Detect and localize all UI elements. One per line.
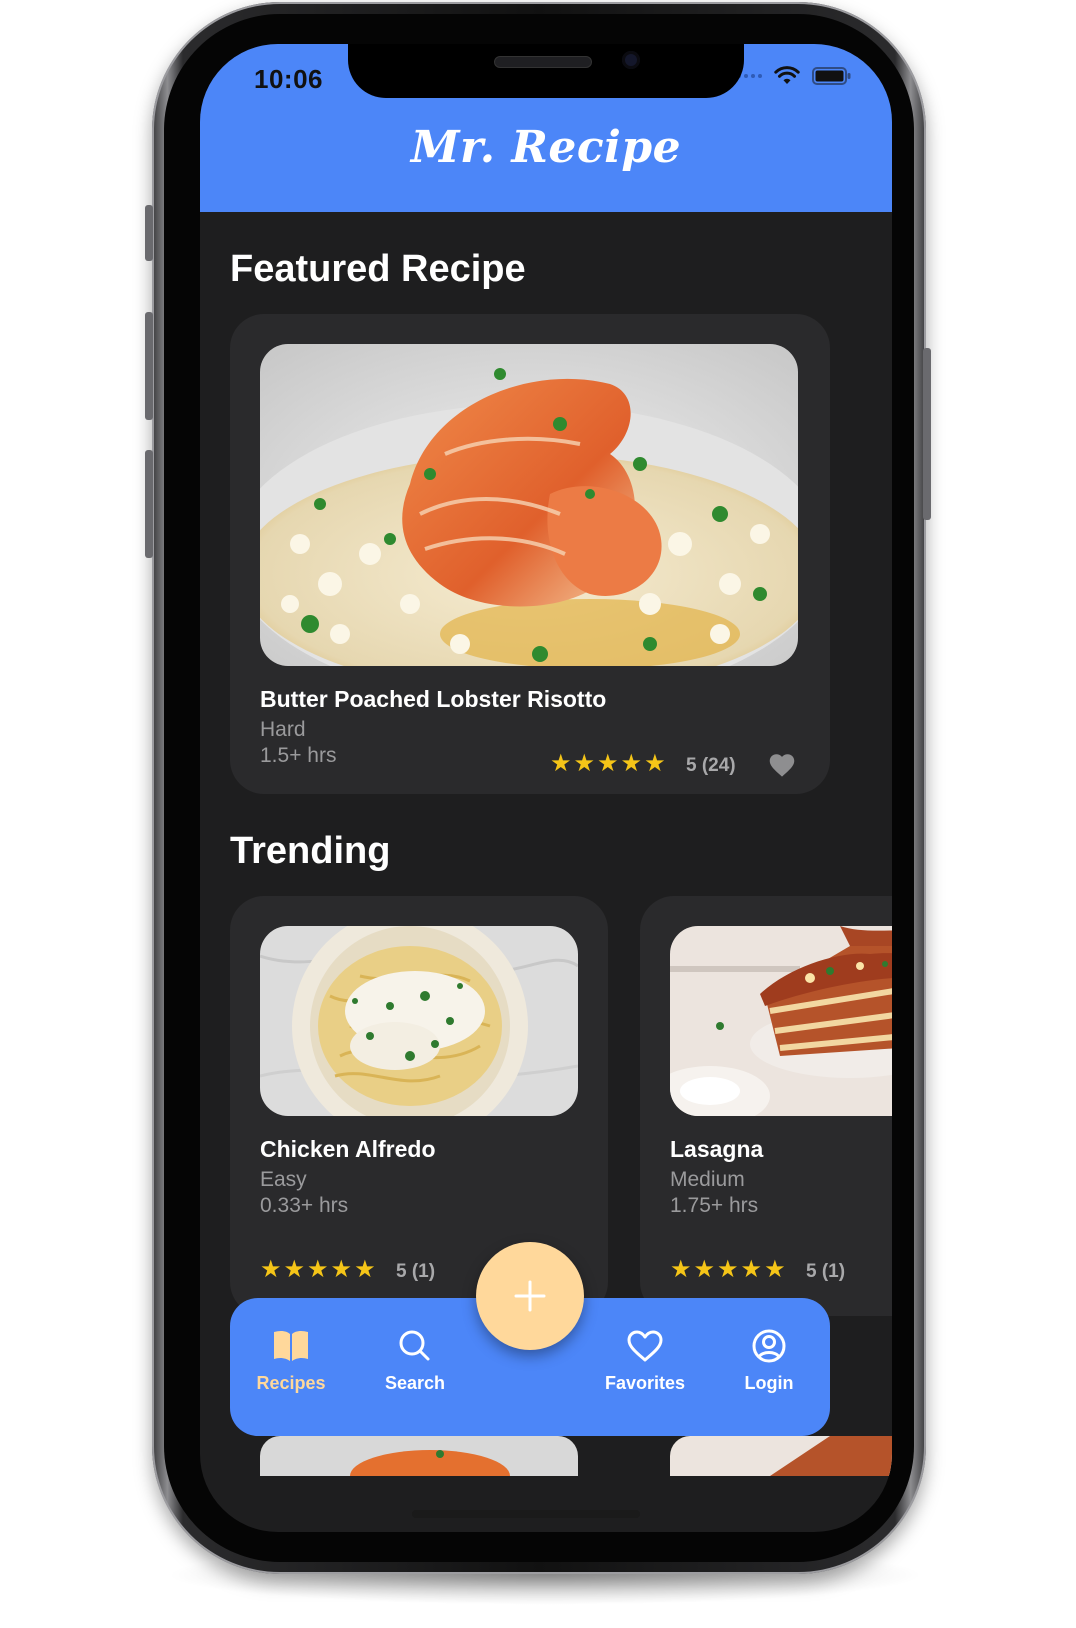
star-icon: ★	[260, 1256, 282, 1283]
star-icon: ★	[573, 750, 596, 777]
wifi-icon	[774, 66, 800, 84]
star-icon: ★	[307, 1256, 329, 1283]
favorite-heart-icon[interactable]	[768, 752, 796, 778]
star-icon: ★	[550, 750, 572, 777]
nav-login-label: Login	[744, 1373, 794, 1393]
featured-recipe-image	[260, 344, 798, 666]
plus-icon	[514, 1280, 546, 1312]
star-icon: ★	[283, 1256, 306, 1283]
status-icons	[737, 66, 852, 86]
search-icon	[399, 1330, 430, 1361]
featured-recipe-difficulty: Hard	[260, 718, 306, 741]
trending-recipe-card-lasagna[interactable]: Lasagna Medium 1.75+ hrs ★ ★ ★ ★ ★ 5 (1)	[640, 896, 892, 1316]
phone-screen: 10:06 Mr. Recipe Featured Recipe Butter …	[200, 44, 892, 1532]
trending-recipe-time: 1.75+ hrs	[670, 1194, 759, 1217]
mute-switch	[145, 205, 153, 261]
nav-search[interactable]: Search	[360, 1328, 470, 1394]
battery-icon	[812, 67, 851, 85]
trending-recipe-rating: 5 (1)	[396, 1261, 436, 1282]
nav-login[interactable]: Login	[714, 1328, 824, 1394]
featured-recipe-stars: ★ ★ ★ ★ ★	[550, 752, 666, 776]
status-time: 10:06	[254, 64, 323, 94]
lasagna-image	[670, 926, 892, 1116]
star-icon: ★	[330, 1256, 353, 1283]
star-icon: ★	[354, 1256, 376, 1283]
volume-up-button	[145, 312, 153, 420]
star-icon: ★	[644, 750, 666, 777]
featured-recipe-card[interactable]: Butter Poached Lobster Risotto Hard 1.5+…	[230, 314, 830, 794]
next-recipe-image-peek-2	[670, 1436, 892, 1476]
chicken-alfredo-image	[260, 926, 578, 1116]
featured-section-title: Featured Recipe	[230, 248, 526, 290]
nav-favorites-label: Favorites	[604, 1373, 686, 1393]
nav-recipes[interactable]: Recipes	[236, 1328, 346, 1394]
trending-recipe-stars: ★ ★ ★ ★ ★	[670, 1258, 786, 1282]
home-indicator	[412, 1510, 640, 1518]
trending-recipe-difficulty: Medium	[670, 1168, 745, 1191]
trending-recipe-rating: 5 (1)	[806, 1261, 846, 1282]
nav-recipes-label: Recipes	[256, 1373, 326, 1393]
trending-recipe-difficulty: Easy	[260, 1168, 307, 1191]
earpiece-speaker	[494, 56, 592, 68]
notch	[348, 44, 744, 98]
featured-recipe-name: Butter Poached Lobster Risotto	[260, 686, 607, 712]
star-icon: ★	[693, 1256, 716, 1283]
trending-recipe-name: Chicken Alfredo	[260, 1136, 436, 1162]
next-recipe-image-peek	[260, 1436, 578, 1476]
star-icon: ★	[740, 1256, 763, 1283]
volume-down-button	[145, 450, 153, 558]
star-icon: ★	[620, 750, 643, 777]
star-icon: ★	[597, 750, 619, 777]
app-title: Mr. Recipe	[410, 122, 682, 173]
trending-section-title: Trending	[230, 830, 391, 872]
book-icon	[274, 1330, 308, 1361]
trending-recipe-stars: ★ ★ ★ ★ ★	[260, 1258, 376, 1282]
front-camera	[622, 51, 640, 69]
trending-recipe-time: 0.33+ hrs	[260, 1194, 349, 1217]
nav-favorites[interactable]: Favorites	[590, 1328, 700, 1394]
power-button	[923, 348, 931, 520]
nav-search-label: Search	[384, 1373, 446, 1393]
star-icon: ★	[717, 1256, 739, 1283]
featured-recipe-rating: 5 (24)	[686, 755, 736, 776]
trending-recipe-name: Lasagna	[670, 1136, 764, 1162]
featured-recipe-time: 1.5+ hrs	[260, 744, 337, 767]
heart-outline-icon	[627, 1330, 663, 1362]
add-recipe-button[interactable]	[476, 1242, 584, 1350]
star-icon: ★	[670, 1256, 692, 1283]
user-circle-icon	[752, 1329, 786, 1363]
star-icon: ★	[764, 1256, 786, 1283]
